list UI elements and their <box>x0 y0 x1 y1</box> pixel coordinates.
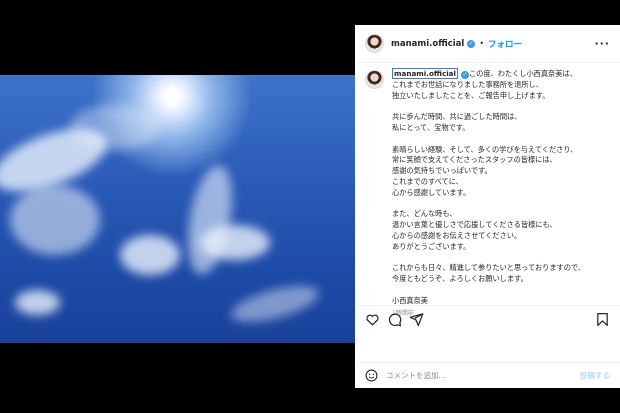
comment-bar: 投稿する <box>355 362 620 388</box>
cloud-shape <box>15 290 60 315</box>
avatar[interactable] <box>365 34 384 53</box>
more-options-icon[interactable]: ··· <box>594 37 610 50</box>
comment-input[interactable] <box>386 371 566 380</box>
post-panel: manami.official ✓ • フォロー ··· manami.offi… <box>355 25 620 388</box>
caption-block: manami.official ✓この度、わたくし小西真奈美は、 これまでお世話に… <box>365 68 615 319</box>
heart-icon[interactable] <box>365 312 380 327</box>
cloud-shape <box>70 105 160 150</box>
emoji-icon[interactable] <box>365 369 378 382</box>
verified-badge-icon: ✓ <box>467 39 476 48</box>
comment-icon[interactable] <box>387 312 402 327</box>
post-comment-button[interactable]: 投稿する <box>580 370 610 381</box>
cloud-shape <box>180 162 240 278</box>
caption-paragraph: 素晴らしい経験、そして、多くの学びを与えてくださり、 常に笑顔で支えてくださった… <box>392 144 578 197</box>
avatar[interactable] <box>365 70 384 89</box>
cloud-shape <box>227 278 323 330</box>
username-link[interactable]: manami.official <box>391 39 464 49</box>
action-bar <box>355 305 620 333</box>
caption-text: manami.official ✓この度、わたくし小西真奈美は、 これまでお世話に… <box>392 68 614 319</box>
follow-button[interactable]: フォロー <box>488 38 522 50</box>
caption-paragraph: 共に歩んだ時間、共に過ごした時間は、 私にとって、宝物です。 <box>392 112 522 132</box>
post-header: manami.official ✓ • フォロー ··· <box>355 25 620 63</box>
share-icon[interactable] <box>409 312 424 327</box>
caption-paragraph: これからも日々、精進して参りたいと思っておりますので、 今度ともどうぞ、よろしく… <box>392 263 585 284</box>
cloud-shape <box>120 235 180 275</box>
verified-badge-icon: ✓ <box>460 71 469 80</box>
caption-paragraph: また、どんな時も、 温かい言葉と優しさで応援してくださる皆様にも、 心からの感謝… <box>392 209 557 251</box>
separator-dot: • <box>479 39 485 48</box>
cloud-shape <box>200 225 270 260</box>
bookmark-icon[interactable] <box>595 312 610 327</box>
post-image[interactable] <box>0 75 355 343</box>
cloud-shape <box>10 185 100 255</box>
caption-username-link[interactable]: manami.official <box>392 68 458 79</box>
